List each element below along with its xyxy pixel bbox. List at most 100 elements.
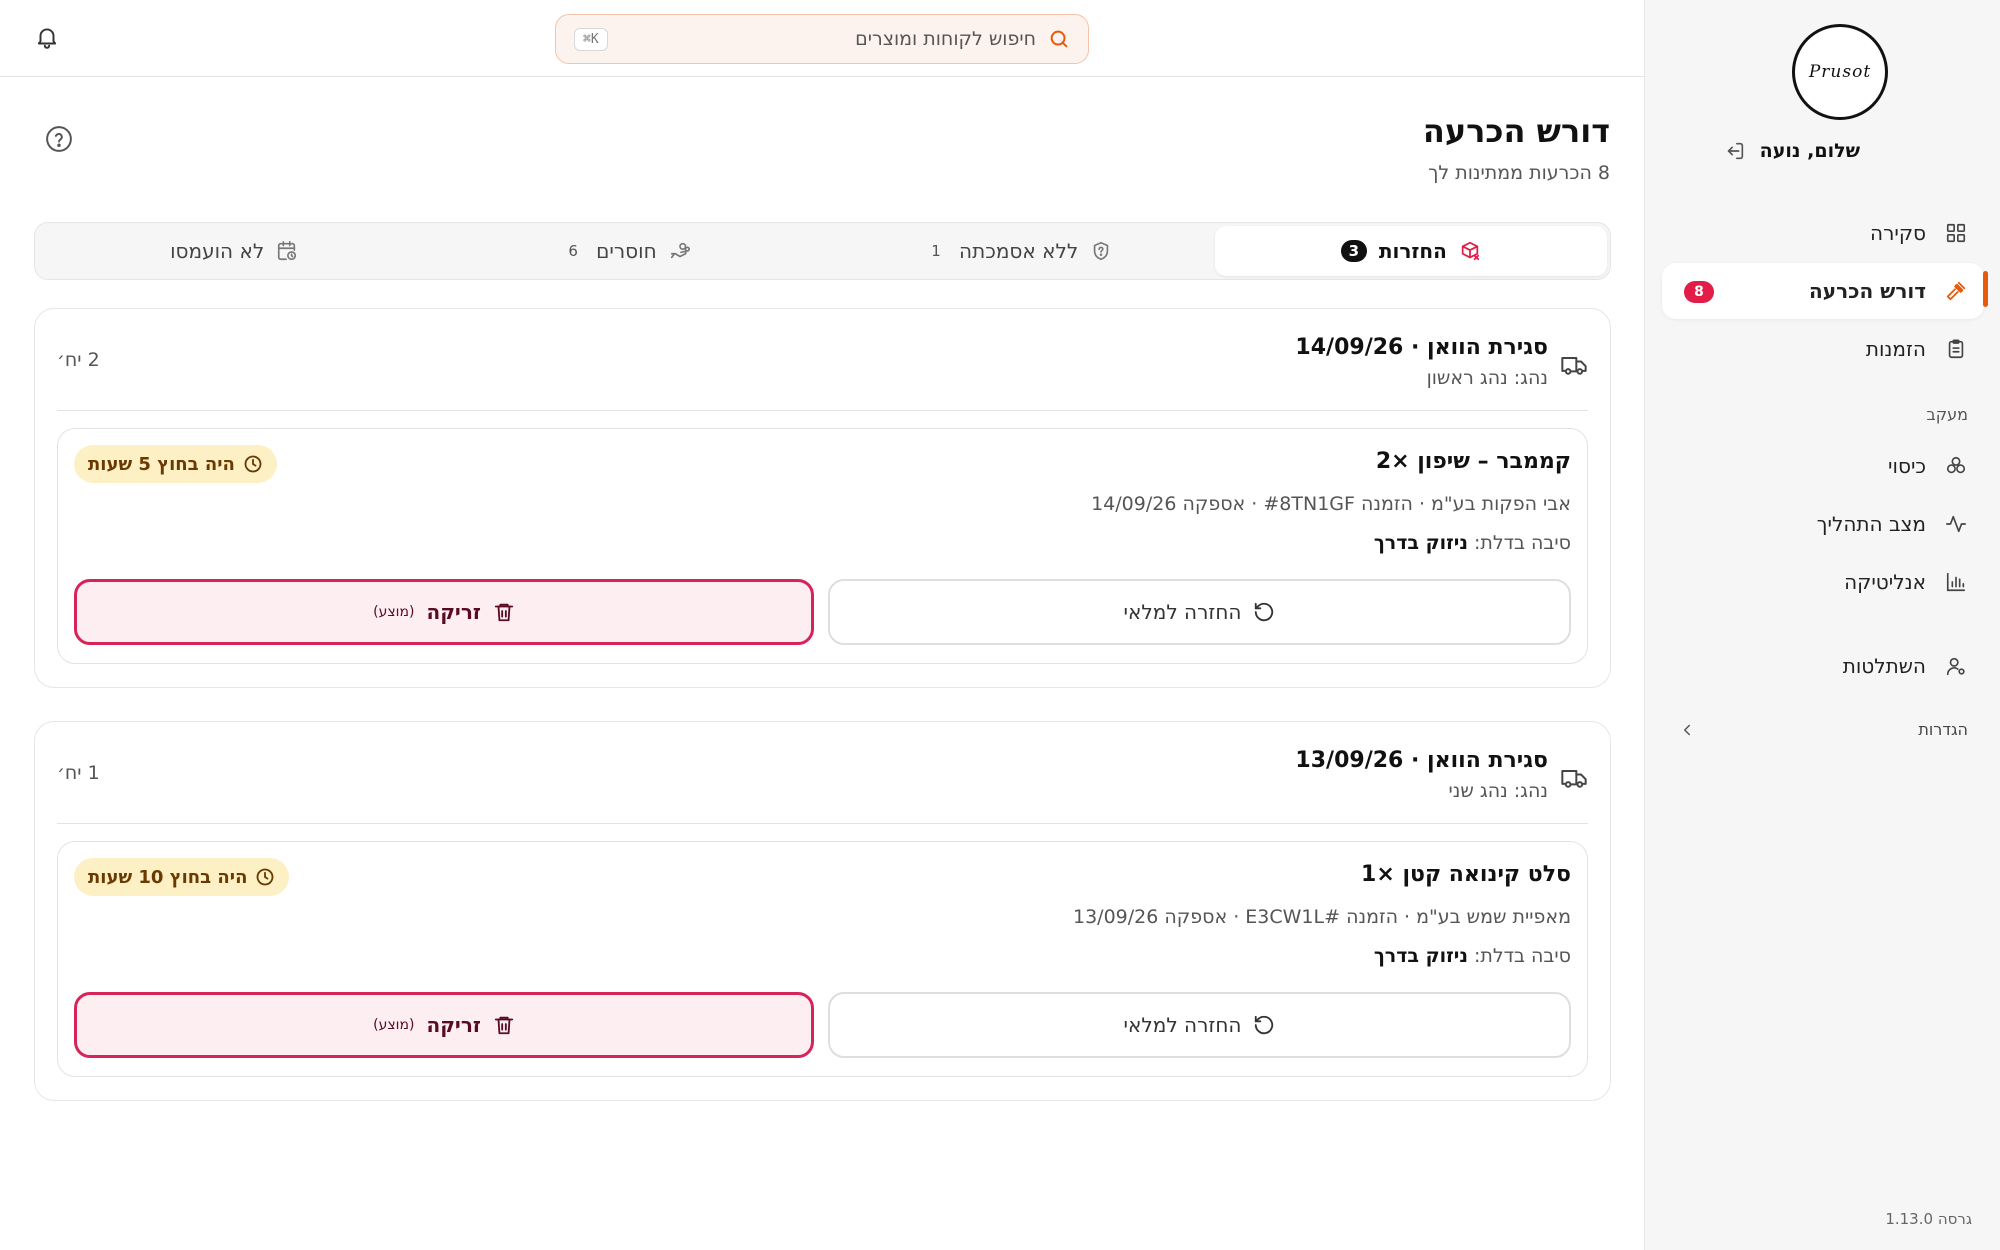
time-badge-text: היה בחוץ 10 שעות (88, 866, 248, 888)
return-card: סגירת הוואן · 13/09/26 נהג: נהג שני 1 יח… (34, 721, 1611, 1101)
card-title: סגירת הוואן · 14/09/26 (1295, 335, 1548, 360)
discard-label: זריקה (426, 600, 481, 624)
nav-label: דורש הכרעה (1809, 279, 1926, 303)
reason-value: ניזוק בדרך (1373, 945, 1468, 967)
page-title: דורש הכרעה (1422, 112, 1610, 150)
greeting-text: שלום, נועה (1759, 140, 1860, 162)
nav-item-decisions[interactable]: דורש הכרעה 8 (1662, 263, 1984, 319)
card-driver: נהג: נהג שני (1448, 780, 1549, 802)
rotate-ccw-icon (1253, 601, 1275, 623)
tab-no-reference[interactable]: ללא אסמכתה 1 (823, 226, 1215, 276)
tab-count: 1 (931, 242, 941, 260)
settings-label: הגדרות (1918, 720, 1968, 739)
trash-icon (493, 601, 515, 623)
search-icon (1048, 28, 1070, 50)
return-item: קממבר – שיפון ×2 אבי הפקות בע"מ · הזמנה … (57, 428, 1588, 664)
nav-item-orders[interactable]: הזמנות (1662, 321, 1984, 377)
help-icon[interactable] (44, 124, 74, 154)
discard-label: זריקה (426, 1013, 481, 1037)
truck-icon (1560, 351, 1588, 379)
tab-returns[interactable]: החזרות 3 (1214, 226, 1607, 276)
trash-icon (493, 1014, 515, 1036)
tab-label: ללא אסמכתה (959, 239, 1079, 263)
chevron-left-icon (1678, 721, 1696, 739)
tab-not-loaded[interactable]: לא הועמסו (38, 226, 430, 276)
calendar-clock-icon (276, 240, 298, 262)
bar-chart-icon (1944, 570, 1968, 594)
search-input[interactable] (619, 28, 1036, 50)
user-greeting: שלום, נועה (1724, 140, 1860, 162)
item-name: סלט קינואה קטן ×1 (1361, 862, 1571, 887)
logo-text: Prusot (1808, 62, 1872, 82)
card-driver: נהג: נהג ראשון (1426, 367, 1548, 389)
logo[interactable]: Prusot (1792, 24, 1888, 120)
package-x-icon (1459, 240, 1481, 262)
reason-value: ניזוק בדרך (1373, 532, 1468, 554)
activity-icon (1944, 512, 1968, 536)
card-header: סגירת הוואן · 13/09/26 נהג: נהג שני 1 יח… (57, 722, 1588, 824)
search-shortcut: ⌘K (574, 27, 608, 51)
search-bar[interactable]: ⌘K (555, 14, 1089, 64)
tab-shortages[interactable]: חוסרים 6 (430, 226, 822, 276)
settings-toggle[interactable]: הגדרות (1678, 720, 1968, 739)
section-label-tracking: מעקב (1926, 405, 1968, 424)
restock-button[interactable]: החזרה למלאי (828, 992, 1571, 1058)
user-cog-icon (1944, 654, 1968, 678)
item-reason: סיבה בדלת: ניזוק בדרך (1374, 945, 1571, 967)
rotate-ccw-icon (1253, 1014, 1275, 1036)
restock-button[interactable]: החזרה למלאי (828, 579, 1571, 645)
gavel-icon (1944, 279, 1968, 303)
grid-icon (1944, 221, 1968, 245)
sidebar: Prusot שלום, נועה סקירה דורש הכרעה 8 הזמ… (1644, 0, 2000, 1250)
topbar: ⌘K (0, 0, 1644, 77)
return-card: סגירת הוואן · 14/09/26 נהג: נהג ראשון 2 … (34, 308, 1611, 688)
notifications-bell-icon[interactable] (34, 24, 60, 50)
nav-badge: 8 (1684, 281, 1714, 303)
hand-coins-icon (669, 240, 691, 262)
nav-item-coverage[interactable]: כיסוי (1662, 438, 1984, 494)
nav-label: הזמנות (1865, 337, 1926, 361)
nav-item-overview[interactable]: סקירה (1662, 205, 1984, 261)
discard-button[interactable]: זריקה (מוצע) (74, 992, 814, 1058)
tab-bar: החזרות 3 ללא אסמכתה 1 חוסרים 6 לא הועמסו (34, 222, 1611, 280)
nav-item-analytics[interactable]: אנליטיקה (1662, 554, 1984, 610)
tab-count: 6 (568, 242, 578, 260)
restock-label: החזרה למלאי (1123, 600, 1242, 624)
logout-icon[interactable] (1724, 140, 1746, 162)
shield-question-icon (1090, 240, 1112, 262)
active-indicator (1983, 271, 1988, 307)
item-name: קממבר – שיפון ×2 (1375, 449, 1571, 474)
item-reason: סיבה בדלת: ניזוק בדרך (1374, 532, 1571, 554)
tab-label: החזרות (1378, 239, 1447, 263)
clock-icon (255, 867, 275, 887)
nav-item-takeover[interactable]: השתלטות (1662, 638, 1984, 694)
time-outside-badge: היה בחוץ 10 שעות (74, 858, 290, 896)
boxes-icon (1944, 454, 1968, 478)
return-item: סלט קינואה קטן ×1 מאפיית שמש בע"מ · הזמנ… (57, 841, 1588, 1077)
tab-label: לא הועמסו (170, 239, 265, 263)
tab-label: חוסרים (596, 239, 657, 263)
item-meta: מאפיית שמש בע"מ · הזמנה #E3CW1L · אספקה … (1072, 906, 1571, 928)
time-badge-text: היה בחוץ 5 שעות (88, 453, 235, 475)
truck-icon (1560, 764, 1588, 792)
nav-label: אנליטיקה (1844, 570, 1926, 594)
card-title: סגירת הוואן · 13/09/26 (1295, 748, 1548, 773)
time-outside-badge: היה בחוץ 5 שעות (74, 445, 277, 483)
nav-label: מצב התהליך (1816, 512, 1926, 536)
discard-hint: (מוצע) (373, 1017, 415, 1033)
nav-label: השתלטות (1842, 654, 1926, 678)
clipboard-icon (1944, 337, 1968, 361)
page-subtitle: 8 הכרעות ממתינות לך (1428, 162, 1610, 184)
tab-count: 3 (1340, 240, 1367, 262)
discard-button[interactable]: זריקה (מוצע) (74, 579, 814, 645)
reason-label: סיבה בדלת: (1473, 532, 1571, 554)
nav-item-process-status[interactable]: מצב התהליך (1662, 496, 1984, 552)
units-count: 2 יח׳ (57, 349, 100, 371)
version-label: גרסה 1.13.0 (1885, 1210, 1972, 1228)
restock-label: החזרה למלאי (1123, 1013, 1242, 1037)
nav-label: סקירה (1870, 221, 1926, 245)
nav-label: כיסוי (1888, 454, 1926, 478)
discard-hint: (מוצע) (373, 604, 415, 620)
reason-label: סיבה בדלת: (1473, 945, 1571, 967)
units-count: 1 יח׳ (57, 762, 100, 784)
